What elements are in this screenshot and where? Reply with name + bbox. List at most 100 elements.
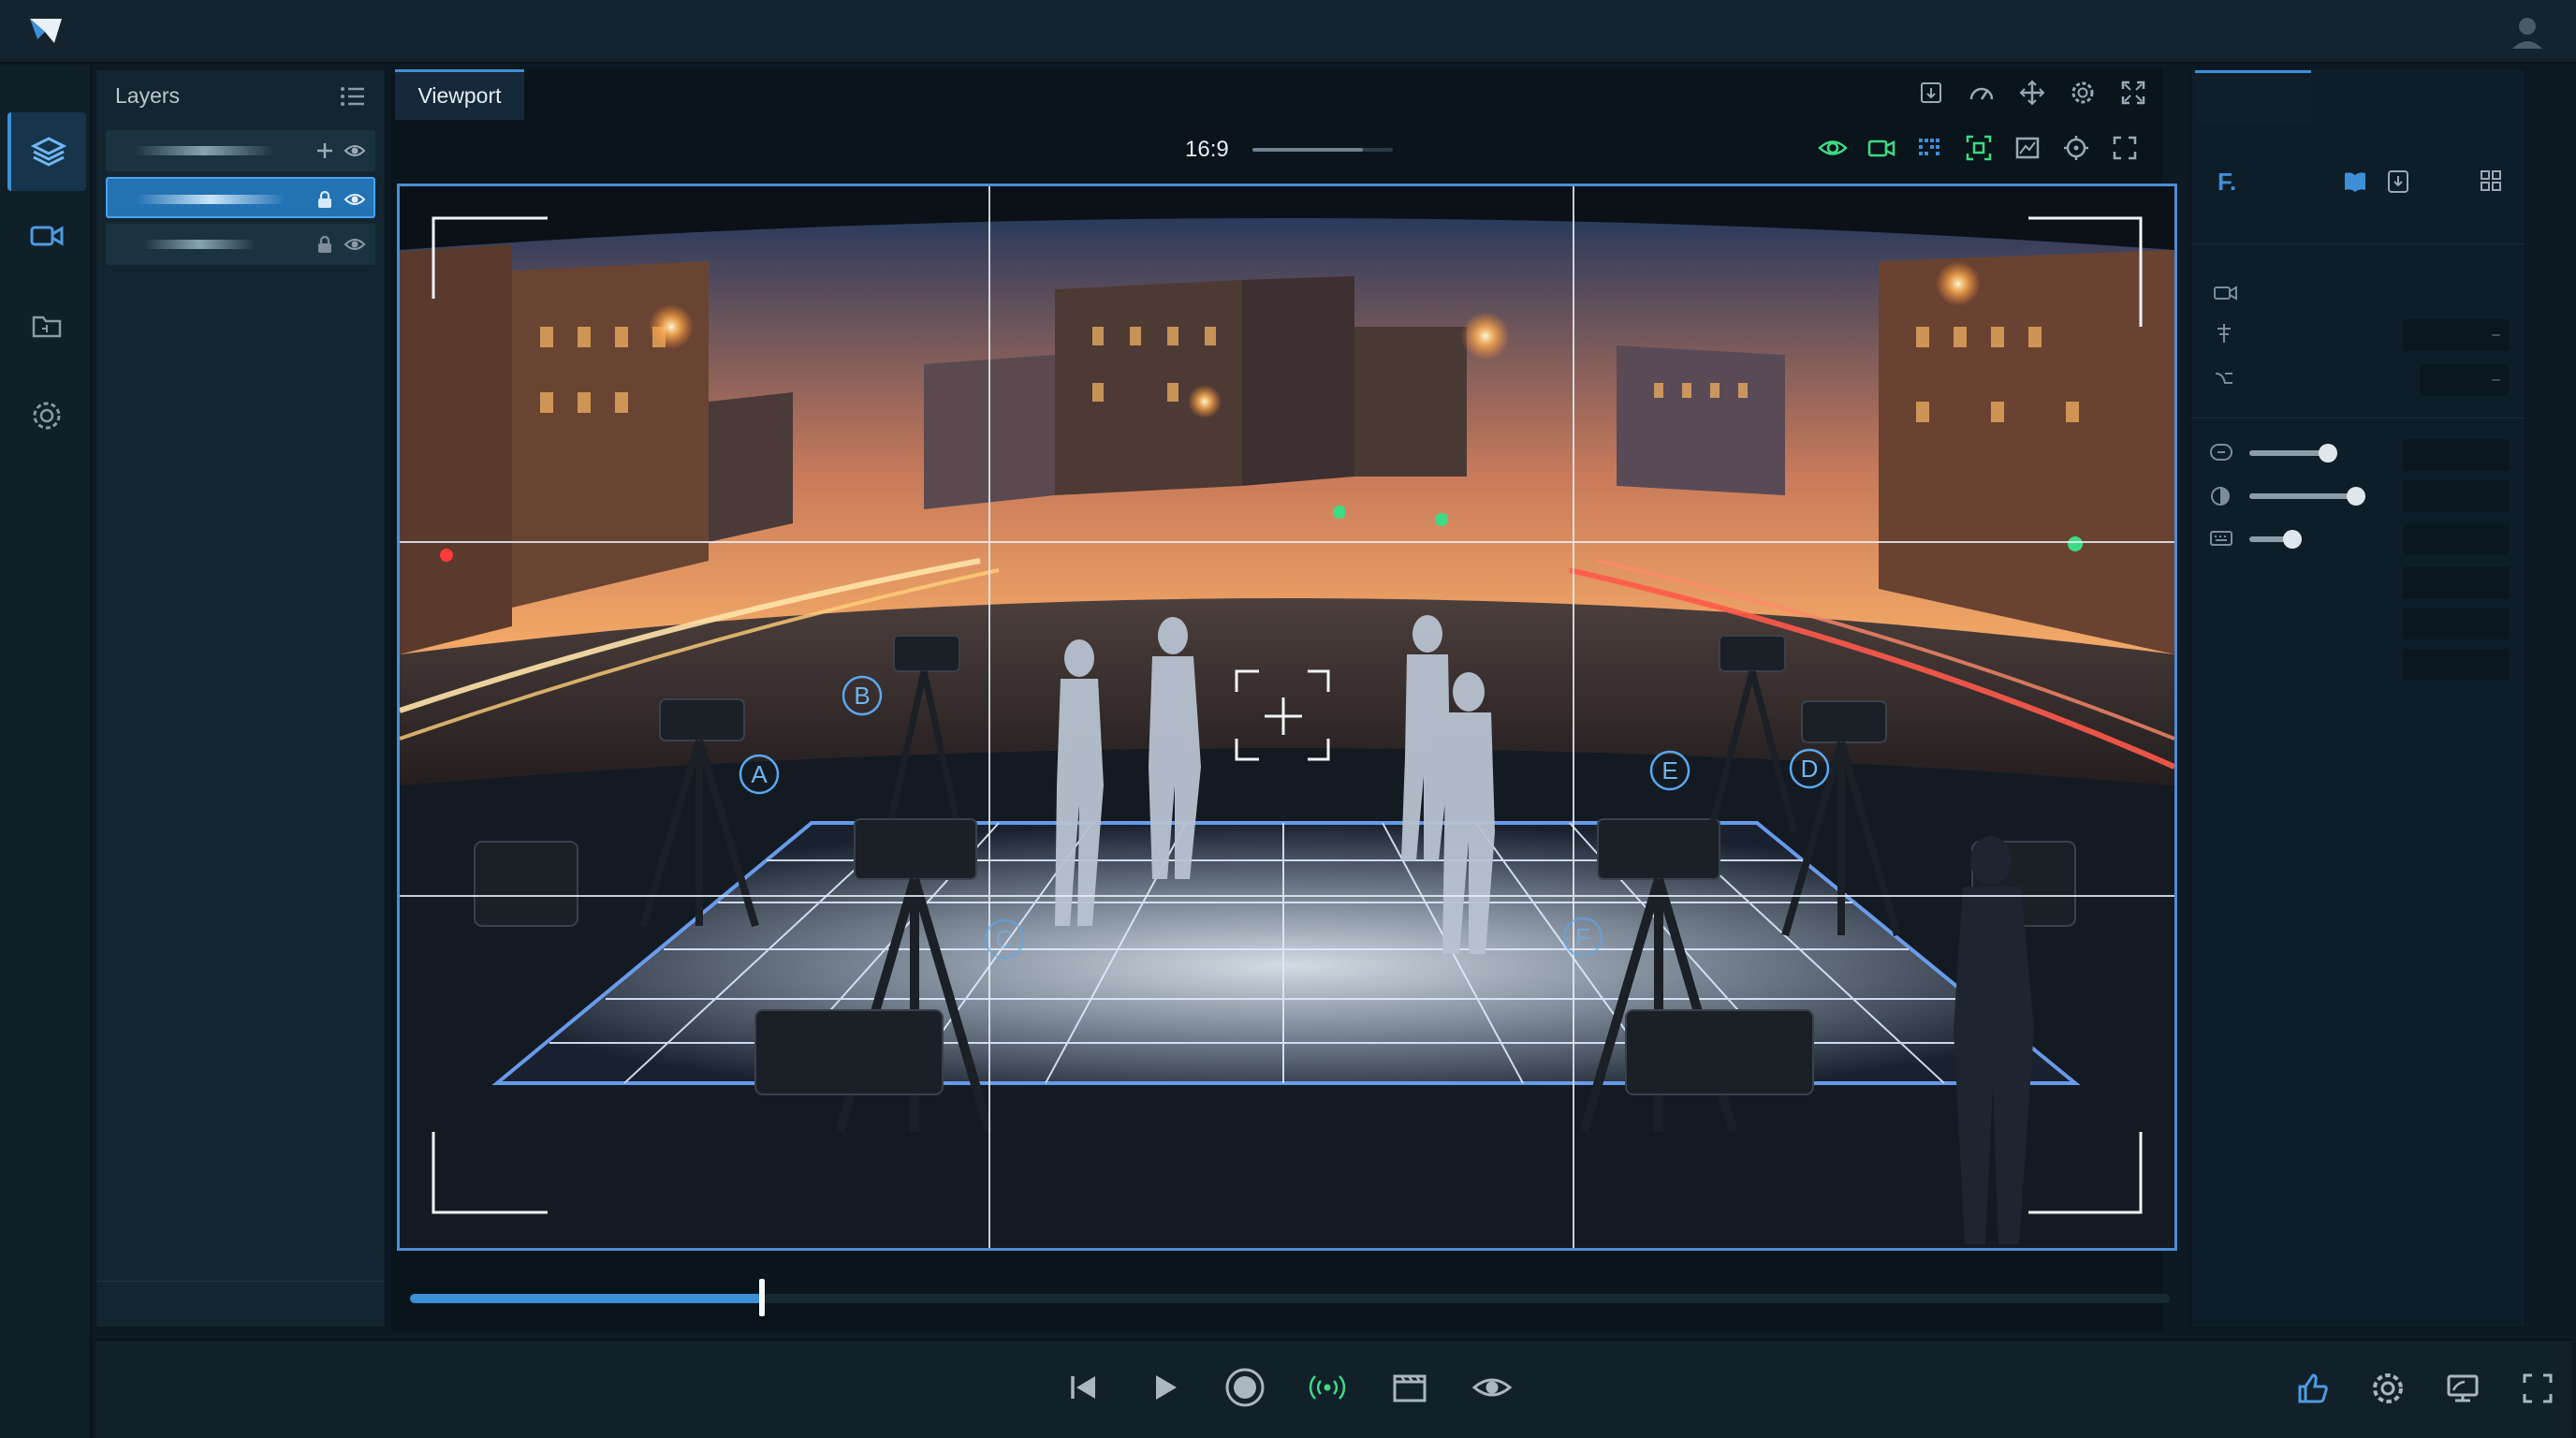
camera-marker-label-d[interactable]: D (1798, 755, 1821, 784)
adjustment-section (2191, 420, 2525, 694)
contrast-value-field[interactable] (2403, 480, 2510, 512)
layer-name-blurred (134, 146, 274, 155)
exposure-slider[interactable] (2249, 444, 2337, 462)
transport-bar (95, 1339, 2572, 1438)
eye-icon[interactable] (344, 139, 366, 162)
fullscreen-icon[interactable] (2119, 79, 2147, 107)
app-logo-icon[interactable] (17, 11, 79, 51)
nav-layers-button[interactable] (7, 112, 86, 191)
layer-row[interactable] (106, 224, 375, 265)
focus-frame-icon[interactable] (1964, 133, 1994, 163)
gear-icon (33, 402, 61, 430)
fullscreen-icon (2523, 1373, 2553, 1403)
list-menu-icon[interactable] (340, 85, 366, 112)
contrast-icon (2211, 487, 2230, 506)
nav-folder-button[interactable] (7, 286, 86, 365)
skip-back-button[interactable] (1056, 1359, 1112, 1416)
layer-row[interactable] (106, 130, 375, 171)
keyboard-icon (2210, 531, 2232, 546)
property-field[interactable] (2403, 608, 2510, 639)
record-button[interactable] (1217, 1359, 1273, 1416)
property-field[interactable] (2403, 649, 2510, 681)
gear-icon (2373, 1373, 2403, 1403)
grid-icon[interactable] (2478, 168, 2504, 194)
camera-icon (2214, 286, 2237, 301)
aspect-ratio-slider[interactable] (1252, 148, 1393, 152)
eye-icon[interactable] (344, 188, 366, 211)
camera-marker-label-b[interactable]: B (851, 682, 873, 711)
layers-panel-footer-divider (96, 1281, 385, 1282)
camera-marker-label-e[interactable]: E (1659, 756, 1681, 785)
curve-icon (2215, 373, 2232, 384)
feedback-button[interactable] (2290, 1365, 2336, 1412)
camera-property-field[interactable]: – (2420, 364, 2510, 396)
eye-icon (1471, 1378, 1513, 1397)
timeline-progress (410, 1294, 762, 1303)
virtual-production-scene (400, 186, 2174, 1248)
layer-name-blurred (136, 195, 285, 204)
user-avatar-icon[interactable] (2505, 9, 2550, 54)
clapperboard-button[interactable] (1382, 1359, 1438, 1416)
camera-marker-label-f[interactable]: F (1572, 923, 1594, 952)
clapperboard-icon (1393, 1374, 1427, 1402)
fullscreen-button[interactable] (2514, 1365, 2561, 1412)
skip-back-icon (1071, 1376, 1095, 1399)
thumbs-up-icon (2298, 1373, 2328, 1403)
cast-screen-button[interactable] (2439, 1365, 2486, 1412)
detail-slider[interactable] (2249, 530, 2302, 549)
eye-icon[interactable] (344, 233, 366, 256)
properties-panel: F. – – (2190, 67, 2525, 1328)
layers-panel-title: Layers (115, 83, 181, 108)
viewport-overlay-toolbar (1818, 133, 2140, 163)
nav-camera-button[interactable] (7, 197, 86, 275)
eye-icon[interactable] (1818, 133, 1848, 163)
nav-settings-button[interactable] (7, 376, 86, 455)
layers-panel: Layers (95, 69, 386, 1328)
exposure-icon (2210, 444, 2232, 461)
properties-label: F. (2217, 168, 2237, 196)
waveform-grid-icon[interactable] (1915, 133, 1945, 163)
exposure-value-field[interactable] (2403, 439, 2510, 471)
aspect-ratio-label[interactable]: 16:9 (1185, 137, 1229, 163)
camera-icon[interactable] (1866, 133, 1896, 163)
tab-viewport[interactable]: Viewport (395, 69, 524, 120)
timeline-scrubber[interactable] (410, 1279, 2170, 1316)
play-icon (1156, 1375, 1177, 1400)
properties-tab[interactable] (2195, 70, 2311, 123)
viewport-panel: Viewport 16:9 A B C D E F (391, 67, 2177, 1331)
layer-name-blurred (143, 240, 256, 249)
speed-gauge-icon[interactable] (1968, 79, 1996, 107)
camera-marker-label-c[interactable]: C (993, 925, 1016, 954)
camera-property-field[interactable]: – (2403, 319, 2510, 351)
preview-button[interactable] (1464, 1359, 1520, 1416)
left-nav (0, 66, 92, 1438)
folder-icon (32, 315, 62, 338)
properties-header-section: F. (2191, 126, 2525, 244)
play-button[interactable] (1136, 1359, 1193, 1416)
layers-icon (30, 137, 67, 167)
detail-value-field[interactable] (2403, 523, 2510, 555)
camera-marker-label-a[interactable]: A (748, 760, 770, 789)
record-icon (1225, 1368, 1265, 1407)
viewport-toolbar (1917, 79, 2147, 107)
broadcast-button[interactable] (1299, 1359, 1355, 1416)
download-icon[interactable] (2384, 168, 2412, 196)
viewport-canvas[interactable]: A B C D E F (397, 183, 2177, 1251)
layer-row-selected[interactable] (106, 177, 375, 218)
contrast-slider[interactable] (2249, 487, 2365, 506)
property-field[interactable] (2403, 566, 2510, 598)
export-icon[interactable] (1917, 79, 1945, 107)
move-arrows-icon[interactable] (2018, 79, 2046, 107)
app-window: Layers Viewport 16:9 A B C D E F F. – – (0, 0, 2576, 1438)
gear-icon[interactable] (2069, 79, 2097, 107)
add-icon[interactable] (314, 139, 336, 162)
timeline-playhead[interactable] (759, 1279, 765, 1316)
crosshair-icon[interactable] (2061, 133, 2091, 163)
expand-icon[interactable] (2110, 133, 2140, 163)
lock-icon[interactable] (314, 233, 336, 256)
lock-icon[interactable] (314, 188, 336, 211)
book-icon[interactable] (2341, 168, 2369, 196)
image-icon[interactable] (2012, 133, 2042, 163)
settings-button[interactable] (2364, 1365, 2411, 1412)
video-camera-icon (30, 226, 64, 246)
